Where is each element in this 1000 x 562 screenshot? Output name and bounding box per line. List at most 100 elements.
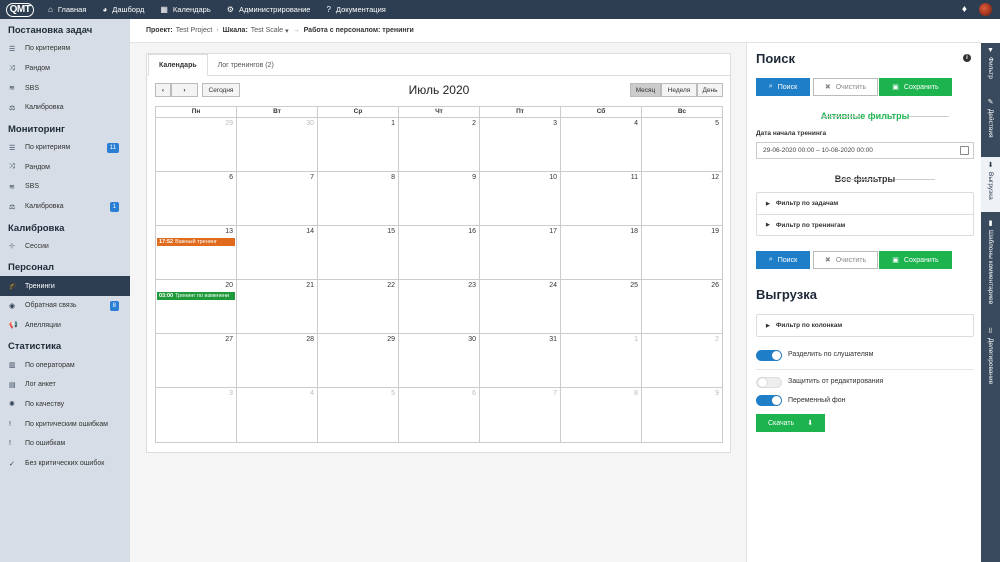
nav-admin[interactable]: ⚙ Администрирование [219, 0, 319, 19]
view-month-button[interactable]: Месяц [630, 83, 661, 97]
calendar-day[interactable]: 29 [156, 118, 237, 171]
calendar-day[interactable]: 27 [156, 334, 237, 387]
protect-editing-toggle[interactable] [756, 377, 782, 388]
sidebar-item[interactable]: ✺ По качеству [0, 395, 130, 415]
calendar-day[interactable]: 13 17:52 Важный тренинг [156, 226, 237, 279]
sidebar-item[interactable]: ! По ошибкам [0, 434, 130, 454]
sidebar-item[interactable]: ⤨ Рандом [0, 59, 130, 79]
calendar-day[interactable]: 1 [561, 334, 642, 387]
nav-calendar[interactable]: ▦ Календарь [152, 0, 218, 19]
calendar-day[interactable]: 19 [642, 226, 722, 279]
filter-tasks[interactable]: ▶ Фильтр по задачам [757, 193, 973, 214]
save-button[interactable]: ▣ Сохранить [879, 78, 952, 96]
calendar-day[interactable]: 7 [480, 388, 561, 442]
side-tab[interactable]: ✎ Действия [981, 94, 1000, 154]
calendar-day[interactable]: 10 [480, 172, 561, 225]
calendar-day[interactable]: 16 [399, 226, 480, 279]
side-tab[interactable]: ⬇ Выгрузка [981, 157, 1000, 212]
sidebar-item[interactable]: ⤨ Рандом [0, 157, 130, 177]
calendar-day[interactable]: 28 [237, 334, 318, 387]
calendar-day[interactable]: 23 [399, 280, 480, 333]
calendar-icon[interactable] [960, 146, 969, 155]
sidebar-item[interactable]: ⚖ Калибровка 1 [0, 197, 130, 217]
alternate-bg-toggle[interactable] [756, 395, 782, 406]
download-button[interactable]: Скачать ⬇ [756, 414, 825, 432]
sidebar-item[interactable]: ◉ Обратная связь 8 [0, 296, 130, 316]
sidebar-item[interactable]: ☰ По критериям 11 [0, 138, 130, 158]
sidebar-item[interactable]: ≋ SBS [0, 177, 130, 197]
calendar-day[interactable]: 5 [318, 388, 399, 442]
calendar-day[interactable]: 30 [237, 118, 318, 171]
clear-button[interactable]: ✖ Очистить [813, 78, 878, 96]
search-button-bottom[interactable]: ⌕ Поиск [756, 251, 810, 269]
tab-training-log[interactable]: Лог тренингов (2) [208, 54, 284, 76]
sidebar-item[interactable]: ✓ Без критических ошибок [0, 454, 130, 474]
calendar-day[interactable]: 14 [237, 226, 318, 279]
search-button[interactable]: ⌕ Поиск [756, 78, 810, 96]
calendar-day[interactable]: 31 [480, 334, 561, 387]
chevron-down-icon[interactable]: ▾ [285, 27, 289, 35]
clear-button-bottom[interactable]: ✖ Очистить [813, 251, 878, 269]
sidebar-item[interactable]: ⊹ Сессии [0, 237, 130, 257]
calendar-event[interactable]: 17:52 Важный тренинг [157, 238, 235, 246]
calendar-day[interactable]: 24 [480, 280, 561, 333]
sidebar-item[interactable]: ☰ По критериям [0, 39, 130, 59]
calendar-day[interactable]: 8 [318, 172, 399, 225]
tab-calendar[interactable]: Календарь [148, 54, 208, 76]
side-tab[interactable]: ▼ Фильтр [981, 43, 1000, 93]
calendar-day[interactable]: 5 [642, 118, 722, 171]
calendar-day[interactable]: 3 [480, 118, 561, 171]
sidebar-item[interactable]: ▤ Лог анкет [0, 375, 130, 395]
sidebar-item[interactable]: 🎓 Тренинги [0, 276, 130, 296]
calendar-day[interactable]: 6 [156, 172, 237, 225]
avatar[interactable] [979, 3, 992, 16]
calendar-day[interactable]: 21 [237, 280, 318, 333]
sidebar-item[interactable]: ▥ По операторам [0, 355, 130, 375]
calendar-day[interactable]: 15 [318, 226, 399, 279]
filter-trainings[interactable]: ▶ Фильтр по тренингам [757, 214, 973, 235]
sidebar-item[interactable]: ⚖ Калибровка [0, 98, 130, 118]
view-day-button[interactable]: День [697, 83, 723, 97]
breadcrumb-project[interactable]: Test Project [176, 27, 213, 34]
calendar-day[interactable]: 22 [318, 280, 399, 333]
calendar-day[interactable]: 17 [480, 226, 561, 279]
nav-dashboard[interactable]: ◕ Дашборд [94, 0, 152, 19]
calendar-day[interactable]: 9 [399, 172, 480, 225]
calendar-event[interactable]: 03:00 Тренинг по изменени [157, 292, 235, 300]
save-button-bottom[interactable]: ▣ Сохранить [879, 251, 952, 269]
calendar-day[interactable]: 12 [642, 172, 722, 225]
calendar-day[interactable]: 4 [237, 388, 318, 442]
calendar-day[interactable]: 29 [318, 334, 399, 387]
calendar-day[interactable]: 26 [642, 280, 722, 333]
side-tab[interactable]: ▮ Шаблоны комментариев [981, 215, 1000, 320]
calendar-day[interactable]: 8 [561, 388, 642, 442]
calendar-day[interactable]: 7 [237, 172, 318, 225]
bell-icon[interactable]: ♦ [962, 4, 967, 15]
sidebar-section-title: Персонал [8, 262, 55, 274]
calendar-day[interactable]: 25 [561, 280, 642, 333]
calendar-day[interactable]: 18 [561, 226, 642, 279]
calendar-day[interactable]: 4 [561, 118, 642, 171]
qmt-logo[interactable]: QMT [0, 0, 40, 19]
sidebar-item[interactable]: 📢 Апелляции [0, 316, 130, 336]
info-icon[interactable]: i [963, 54, 971, 62]
calendar-day[interactable]: 1 [318, 118, 399, 171]
sidebar-item[interactable]: ! По критическим ошибкам [0, 414, 130, 434]
breadcrumb-scale[interactable]: Test Scale [251, 27, 283, 34]
filter-columns[interactable]: ▶ Фильтр по колонкам [757, 315, 973, 336]
nav-home[interactable]: ⌂ Главная [40, 0, 94, 19]
calendar-day[interactable]: 11 [561, 172, 642, 225]
calendar-day[interactable]: 2 [642, 334, 722, 387]
calendar-day[interactable]: 20 03:00 Тренинг по изменени [156, 280, 237, 333]
calendar-day[interactable]: 6 [399, 388, 480, 442]
nav-docs[interactable]: ? Документация [318, 0, 393, 19]
calendar-day[interactable]: 30 [399, 334, 480, 387]
view-week-button[interactable]: Неделя [661, 83, 697, 97]
split-by-listeners-toggle[interactable] [756, 350, 782, 361]
side-tab[interactable]: ⫫ Делегирование [981, 323, 1000, 408]
date-range-input[interactable]: 29-06-2020 00:00 – 10-08-2020 00:00 [756, 142, 974, 159]
calendar-day[interactable]: 9 [642, 388, 722, 442]
calendar-day[interactable]: 3 [156, 388, 237, 442]
sidebar-item[interactable]: ≋ SBS [0, 78, 130, 98]
calendar-day[interactable]: 2 [399, 118, 480, 171]
